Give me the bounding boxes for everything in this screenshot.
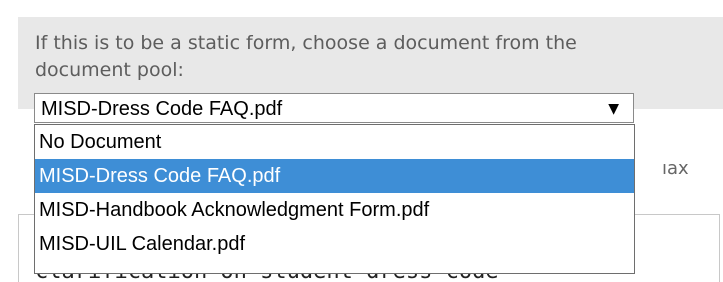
- option-no-document[interactable]: No Document: [35, 125, 634, 159]
- dropdown-triangle-icon: ▼: [608, 101, 619, 117]
- option-dress-code-faq[interactable]: MISD-Dress Code FAQ.pdf: [35, 159, 634, 193]
- document-pool-instruction: If this is to be a static form, choose a…: [35, 32, 577, 81]
- option-handbook-acknowledgment[interactable]: MISD-Handbook Acknowledgment Form.pdf: [35, 193, 634, 227]
- document-select[interactable]: MISD-Dress Code FAQ.pdf ▼: [34, 93, 634, 123]
- document-options-list: No Document MISD-Dress Code FAQ.pdf MISD…: [34, 124, 635, 274]
- form-editor-view: If this is to be a static form, choose a…: [0, 0, 723, 282]
- option-uil-calendar[interactable]: MISD-UIL Calendar.pdf: [35, 227, 634, 261]
- document-select-value: MISD-Dress Code FAQ.pdf: [41, 98, 283, 120]
- obscured-field-label: ıax: [662, 158, 689, 179]
